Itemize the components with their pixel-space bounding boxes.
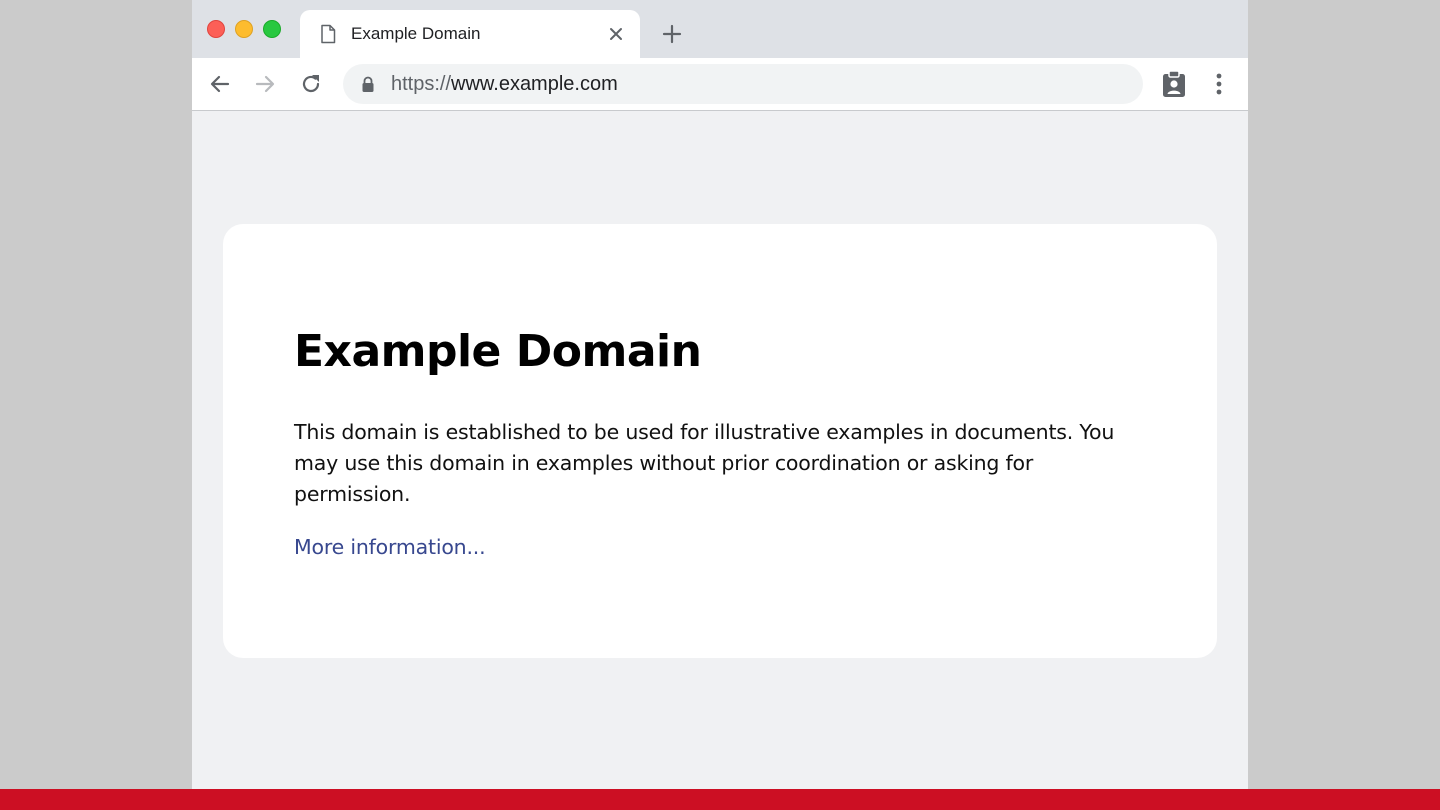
reload-icon[interactable] [298, 71, 324, 97]
page-description: This domain is established to be used fo… [294, 420, 1115, 506]
address-bar[interactable]: https://www.example.com [343, 64, 1143, 104]
window-close-button[interactable] [207, 20, 225, 38]
window-minimize-button[interactable] [235, 20, 253, 38]
tab-example-domain[interactable]: Example Domain [300, 10, 640, 58]
page-heading: Example Domain [294, 326, 702, 377]
accent-bar [0, 789, 1440, 810]
url-host: www.example.com [451, 73, 618, 95]
arrow-right-icon[interactable] [252, 71, 278, 97]
window-zoom-button[interactable] [263, 20, 281, 38]
clipboard-account-icon[interactable] [1160, 69, 1188, 99]
tab-title: Example Domain [351, 24, 481, 43]
tab-strip: Example Domain [192, 0, 1248, 58]
url-text: https://www.example.com [391, 73, 618, 95]
more-information-link[interactable]: More information... [294, 533, 486, 561]
page-icon [321, 24, 336, 44]
more-vertical-icon[interactable] [1209, 71, 1229, 97]
content-card: Example Domain This domain is establishe… [223, 224, 1217, 658]
browser-window: Example Domain https://www.example.com E… [192, 0, 1248, 789]
page-viewport: Example Domain This domain is establishe… [192, 111, 1248, 789]
url-scheme: https:// [391, 73, 452, 95]
browser-toolbar: https://www.example.com [192, 58, 1248, 111]
stage: Example Domain https://www.example.com E… [0, 0, 1440, 810]
close-icon[interactable] [606, 24, 626, 44]
lock-icon [362, 76, 374, 92]
arrow-left-icon[interactable] [207, 71, 233, 97]
plus-icon[interactable] [660, 22, 684, 46]
